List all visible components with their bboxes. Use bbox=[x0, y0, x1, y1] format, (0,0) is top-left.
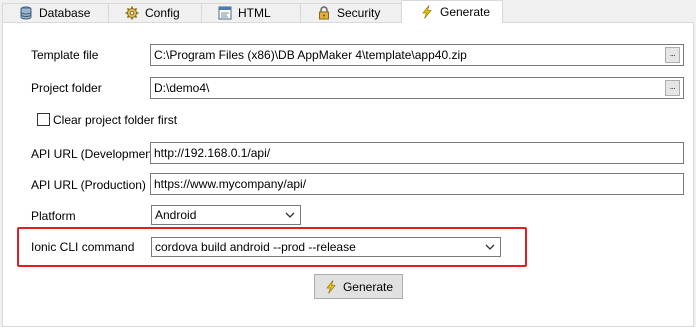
tab-label: HTML bbox=[238, 6, 271, 20]
template-file-input[interactable] bbox=[150, 44, 684, 66]
lightning-icon bbox=[326, 279, 336, 294]
clear-folder-label: Clear project folder first bbox=[53, 113, 178, 127]
tab-security[interactable]: Security bbox=[300, 3, 402, 22]
clear-folder-checkbox[interactable] bbox=[37, 113, 50, 126]
api-prod-label: API URL (Production) bbox=[31, 178, 146, 192]
project-folder-input[interactable] bbox=[150, 77, 684, 99]
tab-label: Database bbox=[39, 6, 91, 20]
tab-generate[interactable]: Generate bbox=[401, 0, 503, 23]
highlight-box bbox=[17, 227, 527, 267]
platform-label: Platform bbox=[31, 209, 76, 223]
platform-select[interactable]: Android bbox=[151, 205, 301, 225]
lock-icon bbox=[317, 6, 331, 20]
tab-label: Generate bbox=[440, 5, 491, 19]
chevron-down-icon bbox=[285, 212, 295, 218]
gear-icon bbox=[125, 6, 139, 20]
html-icon bbox=[218, 6, 232, 20]
platform-value: Android bbox=[155, 208, 197, 222]
tab-database[interactable]: Database bbox=[2, 3, 109, 22]
generate-button[interactable]: Generate bbox=[314, 274, 403, 299]
browse-template-button[interactable]: ... bbox=[665, 47, 680, 63]
api-dev-label: API URL (Development) bbox=[31, 147, 160, 161]
lightning-icon bbox=[420, 5, 434, 19]
database-icon bbox=[19, 6, 33, 20]
tab-label: Security bbox=[337, 6, 381, 20]
tab-config[interactable]: Config bbox=[108, 3, 202, 22]
api-prod-input[interactable] bbox=[150, 173, 684, 195]
tab-html[interactable]: HTML bbox=[201, 3, 301, 22]
tab-strip: Database Config HTML Security Generate bbox=[0, 0, 696, 23]
tab-label: Config bbox=[145, 6, 180, 20]
api-dev-input[interactable] bbox=[150, 142, 684, 164]
project-folder-label: Project folder bbox=[31, 81, 102, 95]
browse-project-folder-button[interactable]: ... bbox=[665, 80, 680, 96]
template-file-label: Template file bbox=[31, 48, 99, 62]
generate-button-label: Generate bbox=[342, 279, 394, 294]
